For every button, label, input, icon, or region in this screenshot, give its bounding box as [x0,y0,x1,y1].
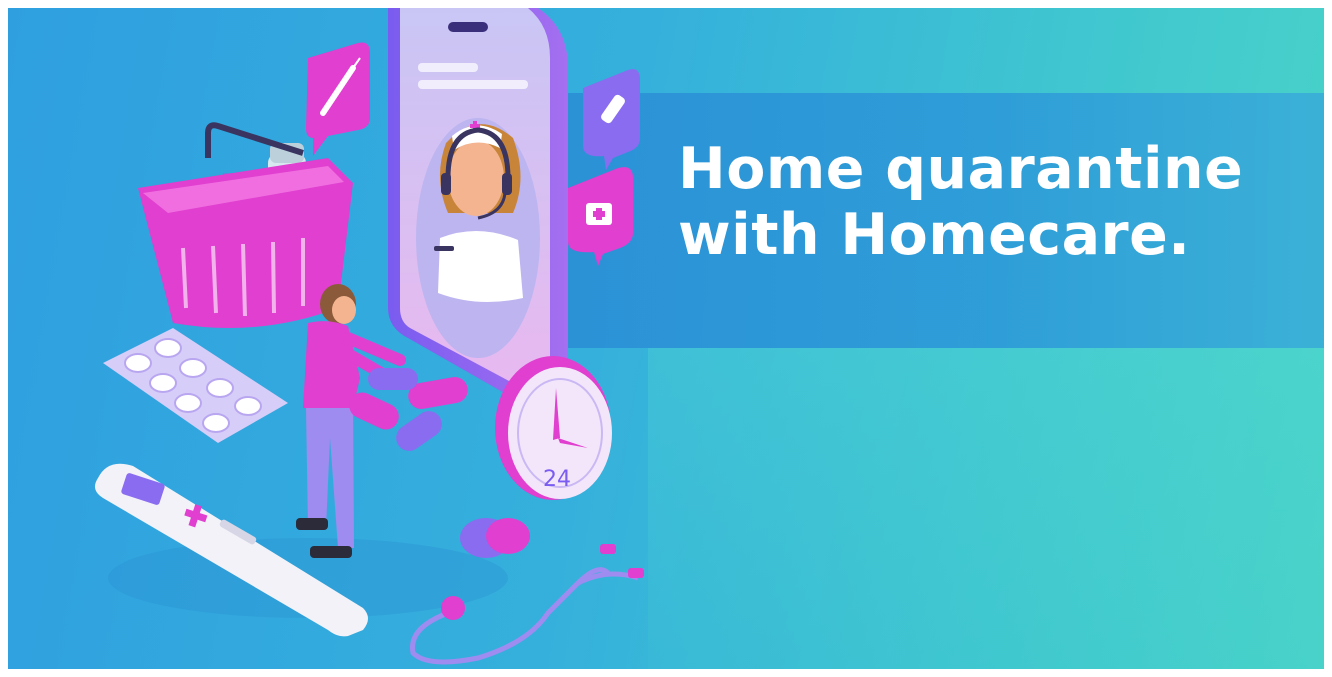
headline-line-2: with Homecare. [678,202,1191,268]
headline: Home quarantine with Homecare. [678,136,1243,268]
medical-kit-icon [568,167,633,266]
shopping-basket-icon [138,122,353,328]
syringe-icon [306,42,370,156]
clock-label: 24 [543,467,571,492]
bandage-icon [583,69,640,170]
headline-line-1: Home quarantine [678,136,1244,202]
pill-blister-icon [103,328,288,443]
clock-icon: 24 [495,356,612,500]
healthcare-illustration: 24 [94,8,644,665]
illustration-banner: 24 Home quarantine with Homecare. [8,8,1324,669]
